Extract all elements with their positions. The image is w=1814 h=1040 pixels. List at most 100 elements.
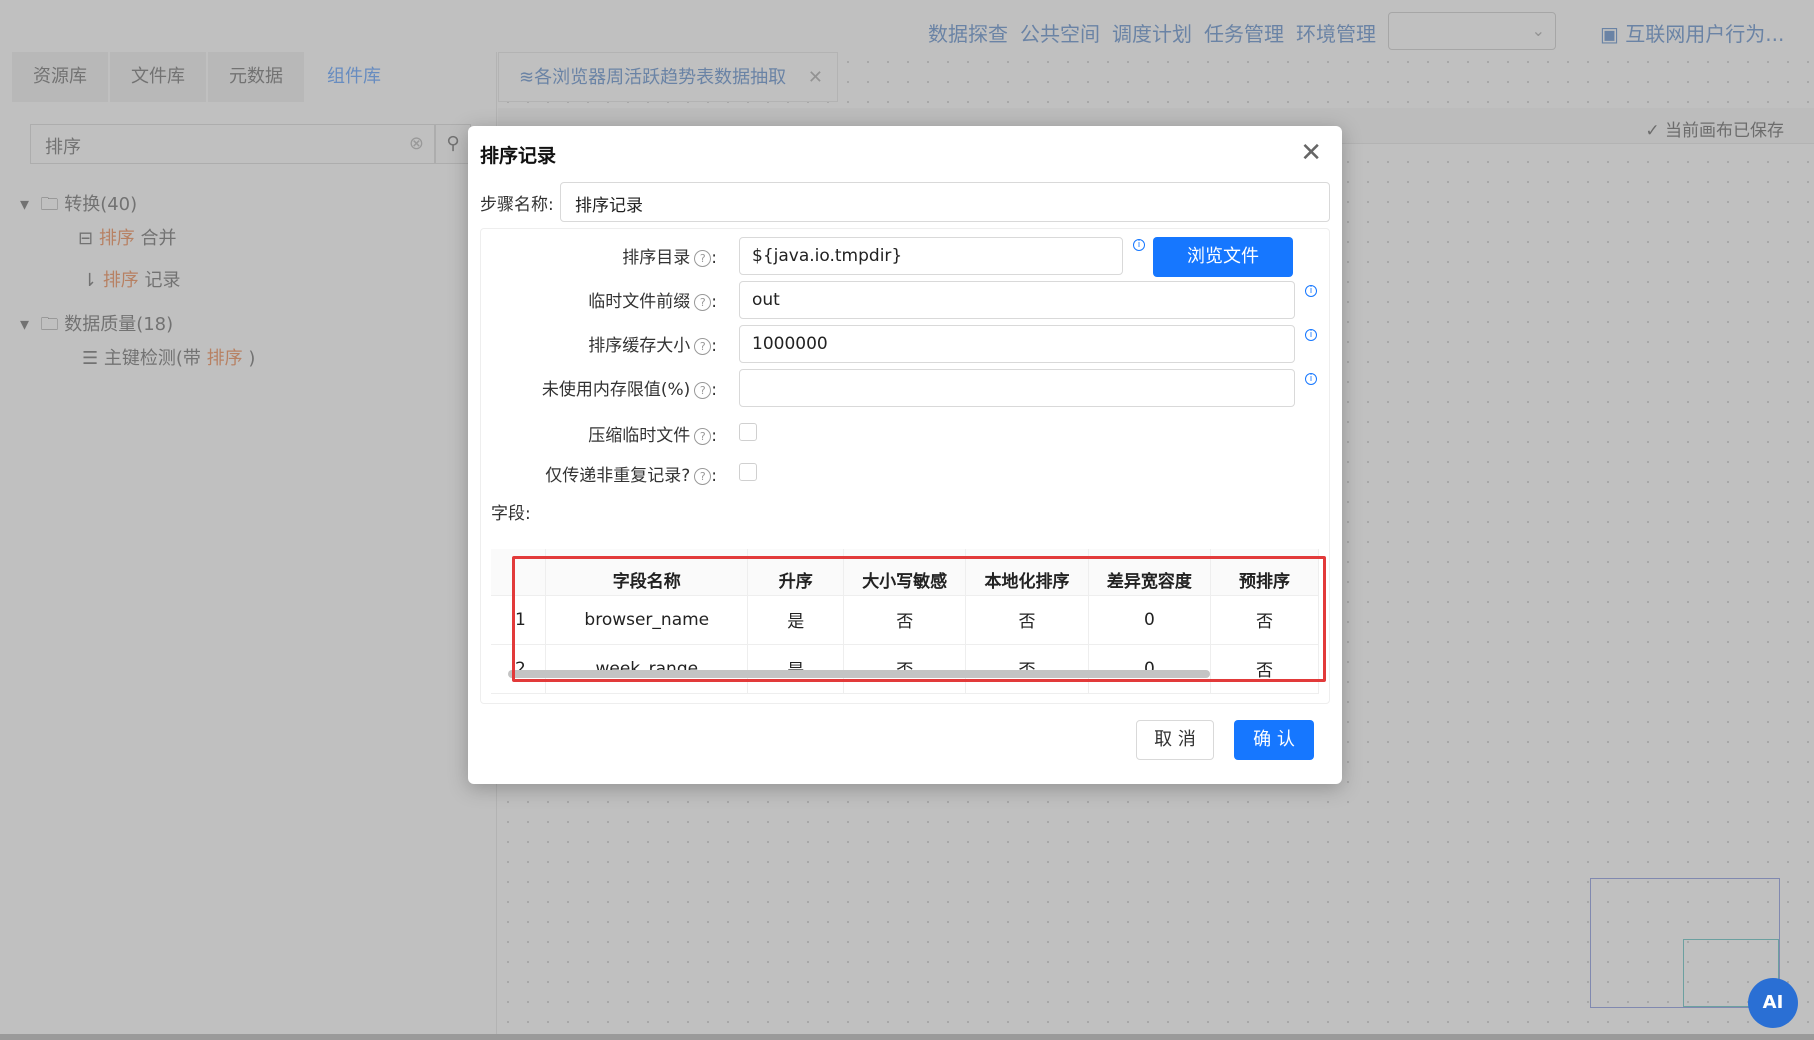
help-icon[interactable]: ? (694, 293, 712, 311)
search-icon[interactable]: ⚲ (435, 124, 471, 164)
prefix-label: 临时文件前缀?: (588, 292, 717, 312)
help-icon[interactable]: ? (694, 427, 712, 445)
nav-schedule-plan[interactable]: 调度计划 (1112, 18, 1192, 47)
cell-locale-sort[interactable]: 否 (965, 644, 1089, 694)
col-field-name: 字段名称 (545, 549, 749, 596)
cell-tolerance[interactable]: 0 (1088, 595, 1212, 645)
memory-limit-input[interactable] (739, 369, 1295, 407)
tree-item-highlight: 排序 (98, 228, 135, 249)
tab-metadata[interactable]: 元数据 (208, 52, 304, 102)
cell-ascending[interactable]: 是 (747, 644, 845, 694)
cache-label-text: 排序缓存大小 (588, 336, 691, 356)
tree-item-sort-record[interactable]: ⇂ 排序 记录 (82, 266, 181, 292)
help-icon[interactable]: ? (694, 467, 712, 485)
compress-label-text: 压缩临时文件 (588, 426, 691, 446)
close-icon[interactable]: ✕ (1300, 138, 1322, 168)
cache-size-input[interactable]: 1000000 (739, 325, 1295, 363)
help-icon[interactable]: ? (694, 381, 712, 399)
flow-icon: ≋ (519, 67, 535, 88)
env-select[interactable]: ⌄ (1388, 12, 1556, 50)
info-icon[interactable]: i (1305, 285, 1317, 297)
scrollbar-thumb[interactable] (508, 670, 1210, 678)
table-header: 字段名称 升序 大小写敏感 本地化排序 差异宽容度 预排序 (491, 549, 1319, 596)
help-icon[interactable]: ? (694, 249, 712, 267)
sort-dir-label: 排序目录?: (622, 248, 717, 268)
prefix-label-text: 临时文件前缀 (588, 292, 691, 312)
tree-group-label: 转换(40) (64, 194, 138, 215)
cell-presorted[interactable]: 否 (1210, 644, 1319, 694)
canvas-tab[interactable]: ≋各浏览器周活跃趋势表数据抽取 ✕ (498, 52, 838, 102)
nav-public-space[interactable]: 公共空间 (1020, 18, 1100, 47)
nav-task-manage[interactable]: 任务管理 (1204, 18, 1284, 47)
sort-dir-label-text: 排序目录 (622, 248, 691, 268)
memory-label: 未使用内存限值(%)?: (541, 380, 717, 400)
row-index: 1 (491, 595, 547, 645)
table-row[interactable]: 2 week_range 是 否 否 0 否 (491, 644, 1319, 694)
tree-group-quality[interactable]: ▾ 🗀 数据质量(18) (20, 310, 173, 342)
project-label: 互联网用户行为... (1625, 22, 1785, 46)
project-name[interactable]: ▣ 互联网用户行为... (1600, 18, 1784, 47)
cache-label: 排序缓存大小?: (588, 336, 717, 356)
component-search-input[interactable]: 排序 ⊗ (30, 124, 435, 164)
nav-env-manage[interactable]: 环境管理 (1296, 18, 1376, 47)
tree-item-highlight: 排序 (206, 348, 243, 369)
cancel-button[interactable]: 取 消 (1136, 720, 1214, 760)
cell-ascending[interactable]: 是 (747, 595, 845, 645)
fields-table: 字段名称 升序 大小写敏感 本地化排序 差异宽容度 预排序 1 browser_… (491, 549, 1319, 705)
memory-label-text: 未使用内存限值(%) (541, 380, 691, 400)
info-icon[interactable]: i (1133, 239, 1145, 251)
left-tabs: 资源库 文件库 元数据 组件库 (12, 52, 404, 102)
info-icon[interactable]: i (1305, 373, 1317, 385)
cell-presorted[interactable]: 否 (1210, 595, 1319, 645)
save-status: ✓ 当前画布已保存 (1645, 121, 1784, 141)
col-ascending: 升序 (747, 549, 845, 596)
unique-label-text: 仅传递非重复记录? (545, 466, 691, 486)
close-icon[interactable]: ✕ (808, 53, 823, 103)
col-presorted: 预排序 (1210, 549, 1319, 596)
cell-tolerance[interactable]: 0 (1088, 644, 1212, 694)
tab-components[interactable]: 组件库 (306, 52, 402, 102)
sort-record-dialog: 排序记录 ✕ 步骤名称: 排序记录 排序目录?: ${java.io.tmpdi… (468, 126, 1342, 784)
tree-group-transform[interactable]: ▾ 🗀 转换(40) (20, 190, 137, 222)
dialog-title: 排序记录 (480, 145, 557, 167)
top-nav: 数据探查 公共空间 调度计划 任务管理 环境管理 ⌄ ▣ 互联网用户行为... (0, 0, 1814, 60)
step-name-input[interactable]: 排序记录 (560, 182, 1330, 222)
help-icon[interactable]: ? (694, 337, 712, 355)
prefix-input[interactable]: out (739, 281, 1295, 319)
tree-item-label: 合并 (134, 228, 177, 249)
canvas-tab-title: 各浏览器周活跃趋势表数据抽取 (534, 67, 787, 88)
tab-resource[interactable]: 资源库 (12, 52, 108, 102)
info-icon[interactable]: i (1305, 329, 1317, 341)
unique-label: 仅传递非重复记录??: (545, 466, 717, 486)
nav-data-explore[interactable]: 数据探查 (928, 18, 1008, 47)
browse-file-button[interactable]: 浏览文件 (1153, 237, 1293, 277)
cell-case-sensitive[interactable]: 否 (843, 595, 967, 645)
tree-item-label: 记录 (138, 270, 181, 291)
table-row[interactable]: 1 browser_name 是 否 否 0 否 (491, 595, 1319, 645)
save-status-text: 当前画布已保存 (1665, 121, 1784, 141)
col-tolerance: 差异宽容度 (1088, 549, 1212, 596)
tab-file[interactable]: 文件库 (110, 52, 206, 102)
table-horizontal-scrollbar[interactable] (488, 670, 1288, 678)
cell-field-name[interactable]: week_range (545, 644, 749, 694)
tree-item-sort-merge[interactable]: ⊟ 排序 合并 (78, 224, 177, 250)
form-box: 排序目录?: ${java.io.tmpdir} i 浏览文件 临时文件前缀?:… (480, 228, 1330, 704)
row-index: 2 (491, 644, 547, 694)
compress-checkbox[interactable] (739, 423, 757, 441)
cell-case-sensitive[interactable]: 否 (843, 644, 967, 694)
ai-button[interactable]: AI (1748, 978, 1798, 1028)
col-locale-sort: 本地化排序 (965, 549, 1089, 596)
tree-item-pk-check[interactable]: ☰ 主键检测(带 排序 ) (82, 344, 255, 370)
cell-field-name[interactable]: browser_name (545, 595, 749, 645)
sort-dir-input[interactable]: ${java.io.tmpdir} (739, 237, 1123, 275)
tree-item-label: 主键检测(带 (103, 348, 207, 369)
left-panel: 资源库 文件库 元数据 组件库 排序 ⊗ ⚲ ▾ 🗀 转换(40) ⊟ 排序 合并… (0, 52, 497, 1034)
cell-locale-sort[interactable]: 否 (965, 595, 1089, 645)
clear-icon[interactable]: ⊗ (409, 133, 424, 154)
tree-group-label: 数据质量(18) (64, 314, 174, 335)
unique-checkbox[interactable] (739, 463, 757, 481)
confirm-button[interactable]: 确 认 (1234, 720, 1314, 760)
compress-label: 压缩临时文件?: (588, 426, 717, 446)
col-case-sensitive: 大小写敏感 (843, 549, 967, 596)
step-name-label: 步骤名称: (480, 195, 554, 215)
